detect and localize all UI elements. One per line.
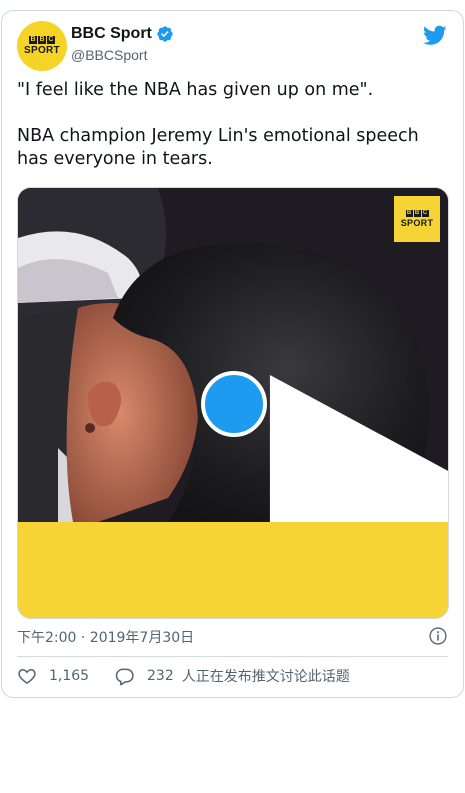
reply-button[interactable]: 232 人正在发布推文讨论此话题 <box>115 666 350 686</box>
avatar[interactable]: B B C SPORT <box>17 21 67 71</box>
bbc-logo-blocks: B B C <box>405 209 429 217</box>
divider <box>17 656 448 657</box>
bbc-letter: C <box>421 209 429 217</box>
bbc-letter: B <box>413 209 421 217</box>
bbc-logo-blocks: B B C <box>29 36 55 44</box>
tweet-card[interactable]: B B C SPORT BBC Sport @BBCSport "I feel … <box>1 10 464 698</box>
reply-bubble-icon <box>115 668 134 686</box>
info-icon[interactable] <box>428 626 448 646</box>
timestamp[interactable]: 下午2:00 · 2019年7月30日 <box>17 627 194 647</box>
verified-badge-icon <box>157 26 173 42</box>
author-name-row[interactable]: BBC Sport <box>71 25 174 43</box>
like-button[interactable]: 1,165 <box>17 666 89 686</box>
heart-icon <box>18 668 36 684</box>
video-thumbnail[interactable]: B B C SPORT <box>18 188 448 522</box>
bbc-letter: B <box>405 209 413 217</box>
tweet-paragraph: NBA champion Jeremy Lin's emotional spee… <box>17 126 419 169</box>
avatar-sport-text: SPORT <box>24 45 60 56</box>
twitter-bird-icon[interactable] <box>423 23 447 47</box>
like-count: 1,165 <box>49 668 90 684</box>
play-icon <box>269 375 448 522</box>
handle[interactable]: @BBCSport <box>71 47 147 63</box>
video-card[interactable]: B B C SPORT <box>17 187 449 619</box>
reply-text: 人正在发布推文讨论此话题 <box>181 669 350 685</box>
display-name[interactable]: BBC Sport <box>71 25 152 43</box>
bbc-letter: B <box>29 36 37 44</box>
reply-count: 232 <box>147 668 174 684</box>
bbc-letter: C <box>47 36 55 44</box>
bbc-letter: B <box>38 36 46 44</box>
play-button[interactable] <box>201 371 448 522</box>
tweet-paragraph: "I feel like the NBA has given up on me"… <box>17 80 374 100</box>
bbc-sport-logo: B B C SPORT <box>394 196 440 242</box>
logo-sport-text: SPORT <box>400 217 434 228</box>
tweet-text: "I feel like the NBA has given up on me"… <box>17 79 447 171</box>
